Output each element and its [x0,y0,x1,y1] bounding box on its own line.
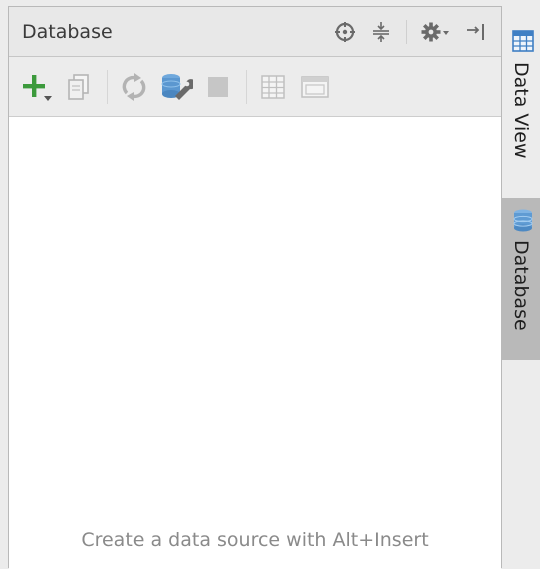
tool-window-title: Database [22,21,113,43]
hide-panel-icon [467,24,484,40]
header-actions [324,16,491,48]
console-button[interactable] [297,69,333,105]
refresh-icon [122,73,146,101]
datasource-properties-icon [161,74,193,100]
toolbar-separator [107,70,108,104]
ide-window: Database Create a data source with Alt+I… [0,0,540,569]
right-tool-stripe: Data View Database [502,0,540,568]
add-datasource-button[interactable] [19,69,55,105]
collapse-all-icon [373,22,389,42]
grid-icon [512,30,534,52]
copy-button[interactable] [61,69,97,105]
tab-data-view-label: Data View [510,62,532,159]
database-icon [513,209,533,232]
scroll-from-source-icon [335,22,355,42]
add-datasource-icon [23,75,52,101]
hide-panel-button[interactable] [461,17,491,47]
database-tool-window: Database Create a data source with Alt+I… [8,6,502,569]
toolbar-separator [246,70,247,104]
scroll-from-source-button[interactable] [330,17,360,47]
empty-state-message: Create a data source with Alt+Insert [81,529,429,551]
stop-button[interactable] [200,69,236,105]
datasource-tree[interactable]: Create a data source with Alt+Insert [9,117,501,569]
table-view-button[interactable] [255,69,291,105]
console-icon [301,76,329,98]
copy-icon [68,74,89,100]
settings-menu-button[interactable] [419,17,455,47]
tab-database-label: Database [510,240,532,331]
settings-gear-icon [421,22,449,42]
datasource-properties-button[interactable] [158,69,194,105]
stop-icon [208,77,228,97]
collapse-all-button[interactable] [366,17,396,47]
header-separator [406,20,407,44]
table-view-icon [261,75,285,99]
tab-data-view[interactable]: Data View [502,22,540,194]
tool-window-header: Database [9,7,501,57]
refresh-button[interactable] [116,69,152,105]
tab-database[interactable]: Database [502,198,540,360]
database-toolbar [9,57,501,117]
toolbar-row [19,69,339,105]
